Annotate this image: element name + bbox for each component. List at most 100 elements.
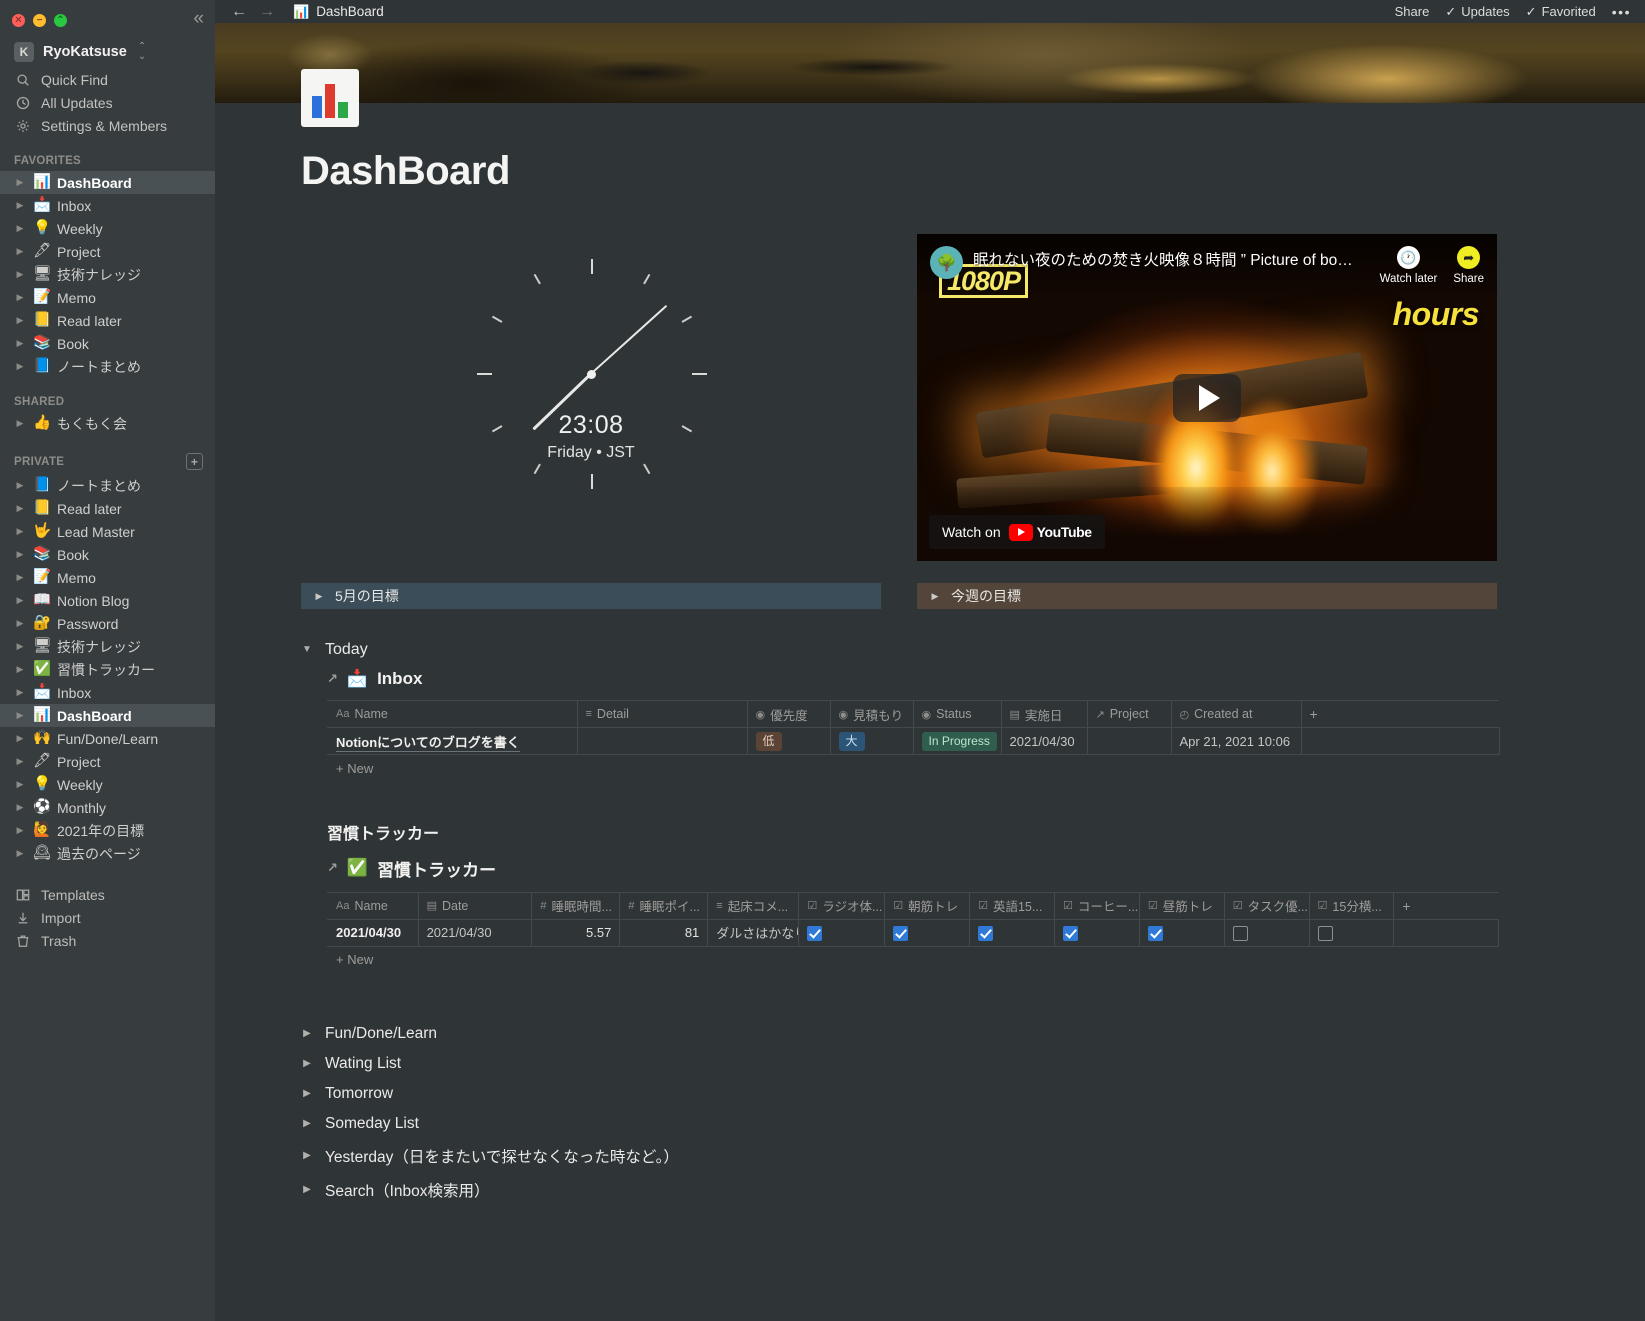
expand-chevron-icon[interactable]: ▶ <box>14 201 26 210</box>
sidebar-item-dashboard[interactable]: ▶ 📊 DashBoard <box>0 171 215 194</box>
expand-chevron-icon[interactable]: ▶ <box>14 803 26 812</box>
sidebar-item-all-updates[interactable]: All Updates <box>0 91 215 114</box>
add-new-row[interactable]: + New <box>327 945 1499 973</box>
close-window-button[interactable]: ✕ <box>12 14 25 27</box>
expand-chevron-icon[interactable]: ▶ <box>14 504 26 513</box>
sidebar-item-weekly[interactable]: ▶ 💡 Weekly <box>0 217 215 240</box>
row-empty[interactable] <box>1301 727 1500 755</box>
column-header-15[interactable]: ☑ 15分横... <box>1309 891 1395 920</box>
row-name[interactable]: Notionについてのブログを書く <box>327 727 578 755</box>
column-header-[interactable]: ☑ ラジオ体... <box>798 891 886 920</box>
expand-chevron-icon[interactable]: ▶ <box>14 665 26 674</box>
sidebar-item-password[interactable]: ▶ 🔐 Password <box>0 612 215 635</box>
sidebar-item-book[interactable]: ▶ 📚 Book <box>0 543 215 566</box>
column-header-[interactable]: # 睡眠ポイ... <box>619 891 709 920</box>
sidebar-item-project[interactable]: ▶ 🖋 Project <box>0 240 215 263</box>
add-new-row[interactable]: + New <box>327 754 1499 782</box>
row-date[interactable]: 2021/04/30 <box>418 918 533 947</box>
expand-chevron-icon[interactable]: ▶ <box>14 573 26 582</box>
row-status[interactable]: In Progress <box>913 727 1002 755</box>
expand-chevron-icon[interactable]: ▶ <box>14 849 26 858</box>
column-header-Project[interactable]: ↗ Project <box>1087 700 1172 728</box>
column-header-Status[interactable]: ◉ Status <box>913 700 1002 728</box>
sidebar-item-notion-blog[interactable]: ▶ 📖 Notion Blog <box>0 589 215 612</box>
expand-chevron-icon[interactable]: ▶ <box>14 419 26 428</box>
sidebar-item-[interactable]: ▶ 👍 もくもく会 <box>0 412 215 435</box>
page-icon-bar-chart[interactable] <box>301 69 359 127</box>
row-name[interactable]: 2021/04/30 <box>327 918 419 947</box>
toggle-someday-list[interactable]: ▶ Someday List <box>301 1109 1645 1139</box>
sidebar-item-dashboard[interactable]: ▶ 📊 DashBoard <box>0 704 215 727</box>
checkbox-icon[interactable] <box>978 925 994 941</box>
expand-chevron-icon[interactable]: ▶ <box>14 247 26 256</box>
sidebar-item-2021[interactable]: ▶ 🙋 2021年の目標 <box>0 819 215 842</box>
checkbox-icon[interactable] <box>1147 925 1163 941</box>
more-options-icon[interactable]: ••• <box>1612 4 1631 20</box>
expand-chevron-icon[interactable]: ▶ <box>14 270 26 279</box>
row-checkbox-cell[interactable] <box>969 918 1055 947</box>
sidebar-item-[interactable]: ▶ ✅ 習慣トラッカー <box>0 658 215 681</box>
expand-chevron-icon[interactable]: ▶ <box>14 688 26 697</box>
expand-chevron-icon[interactable]: ▶ <box>14 711 26 720</box>
table-row[interactable]: 2021/04/302021/04/305.5781ダルさはかなり… <box>327 918 1499 947</box>
expand-chevron-icon[interactable]: ▶ <box>14 619 26 628</box>
column-header-Name[interactable]: Aa Name <box>327 700 578 728</box>
watch-later-button[interactable]: 🕐 Watch later <box>1380 246 1437 285</box>
column-header-Date[interactable]: ▤ Date <box>418 891 533 920</box>
sidebar-item-quick-find[interactable]: Quick Find <box>0 68 215 91</box>
expand-chevron-icon[interactable]: ▶ <box>14 596 26 605</box>
sidebar-item-weekly[interactable]: ▶ 💡 Weekly <box>0 773 215 796</box>
back-arrow-icon[interactable]: ← <box>231 3 247 20</box>
row-estimate[interactable]: 大 <box>830 727 914 755</box>
breadcrumb[interactable]: 📊 DashBoard <box>293 4 384 20</box>
add-column-button[interactable]: + <box>1393 891 1499 920</box>
add-page-button[interactable]: + <box>186 453 203 470</box>
toggle-wating-list[interactable]: ▶ Wating List <box>301 1049 1645 1079</box>
workspace-switcher[interactable]: K RyoKatsuse ⌃ ⌄ <box>0 36 215 68</box>
sidebar-item-templates[interactable]: Templates <box>0 883 215 906</box>
expand-chevron-icon[interactable]: ▶ <box>14 293 26 302</box>
minimize-window-button[interactable]: − <box>33 14 46 27</box>
row-checkbox-cell[interactable] <box>798 918 886 947</box>
row-detail[interactable] <box>577 727 748 755</box>
toggle-weekly-goal[interactable]: ▶ 今週の目標 <box>917 583 1497 609</box>
column-header-[interactable]: ☑ コーヒー... <box>1054 891 1140 920</box>
sidebar-item-memo[interactable]: ▶ 📝 Memo <box>0 566 215 589</box>
sidebar-item-fun-done-learn[interactable]: ▶ 🙌 Fun/Done/Learn <box>0 727 215 750</box>
sidebar-item-read-later[interactable]: ▶ 📒 Read later <box>0 497 215 520</box>
video-share-button[interactable]: ➦ Share <box>1453 246 1484 285</box>
expand-chevron-icon[interactable]: ▶ <box>14 481 26 490</box>
toggle-yesterday[interactable]: ▶ Yesterday（日をまたいで探せなくなった時など。） <box>301 1139 1645 1173</box>
row-comment[interactable]: ダルさはかなり… <box>707 918 800 947</box>
collapse-sidebar-icon[interactable]: « <box>193 8 203 30</box>
toggle-tomorrow[interactable]: ▶ Tomorrow <box>301 1079 1645 1109</box>
expand-chevron-icon[interactable]: ▶ <box>14 224 26 233</box>
sidebar-item-monthly[interactable]: ▶ ⚽ Monthly <box>0 796 215 819</box>
column-header-[interactable]: ◉ 優先度 <box>747 700 831 728</box>
column-header-[interactable]: ☑ 昼筋トレ <box>1139 891 1225 920</box>
row-sleep-points[interactable]: 81 <box>619 918 709 947</box>
row-checkbox-cell[interactable] <box>1224 918 1310 947</box>
expand-chevron-icon[interactable]: ▶ <box>14 339 26 348</box>
checkbox-icon[interactable] <box>1062 925 1078 941</box>
row-checkbox-cell[interactable] <box>1139 918 1225 947</box>
toggle-today[interactable]: ▼ Today <box>301 641 1645 659</box>
page-title[interactable]: DashBoard <box>301 149 1645 194</box>
row-priority[interactable]: 低 <box>747 727 831 755</box>
sidebar-item-[interactable]: ▶ 🖥 技術ナレッジ <box>0 635 215 658</box>
expand-chevron-icon[interactable]: ▶ <box>14 316 26 325</box>
column-header-[interactable]: # 睡眠時間... <box>531 891 621 920</box>
sidebar-item-inbox[interactable]: ▶ 📩 Inbox <box>0 194 215 217</box>
watch-on-youtube-button[interactable]: Watch on YouTube <box>929 515 1105 549</box>
row-created[interactable]: Apr 21, 2021 10:06 <box>1171 727 1302 755</box>
sidebar-item-read-later[interactable]: ▶ 📒 Read later <box>0 309 215 332</box>
sidebar-item-project[interactable]: ▶ 🖋 Project <box>0 750 215 773</box>
expand-chevron-icon[interactable]: ▶ <box>14 362 26 371</box>
expand-chevron-icon[interactable]: ▶ <box>14 642 26 651</box>
sidebar-item-[interactable]: ▶ 📘 ノートまとめ <box>0 474 215 497</box>
sidebar-item-[interactable]: ▶ 🖥 技術ナレッジ <box>0 263 215 286</box>
sidebar-item-book[interactable]: ▶ 📚 Book <box>0 332 215 355</box>
column-header-Name[interactable]: Aa Name <box>327 891 419 920</box>
column-header-[interactable]: ≡ 起床コメ... <box>707 891 800 920</box>
expand-chevron-icon[interactable]: ▶ <box>14 780 26 789</box>
